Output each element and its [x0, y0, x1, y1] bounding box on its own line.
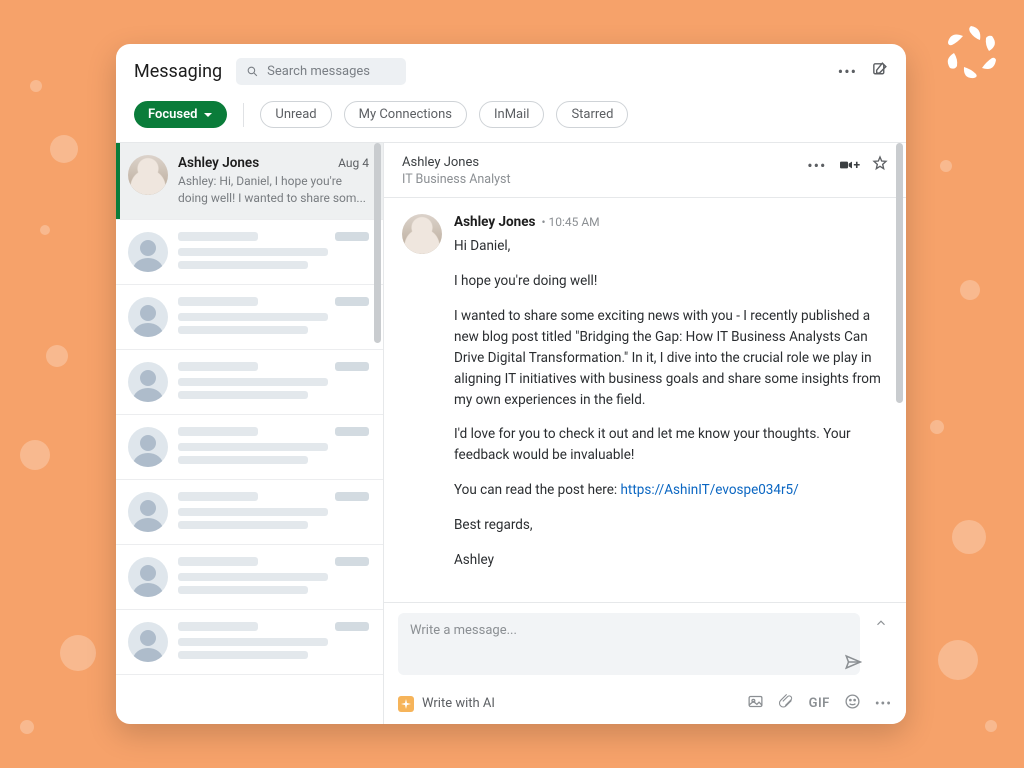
message-time: • 10:45 AM: [541, 215, 599, 229]
search-input[interactable]: Search messages: [236, 58, 406, 85]
brand-logo: [936, 18, 1006, 88]
detail-contact-subtitle: IT Business Analyst: [402, 172, 511, 187]
composer-more-icon[interactable]: •••: [875, 696, 892, 712]
more-icon[interactable]: •••: [838, 62, 857, 81]
avatar-placeholder: [128, 232, 168, 272]
message-body: Hi Daniel, I hope you're doing well! I w…: [454, 236, 884, 571]
messaging-window: Messaging Search messages ••• Focused Un…: [116, 44, 906, 724]
conversation-item[interactable]: [116, 350, 383, 415]
page-title: Messaging: [134, 61, 222, 82]
filter-focused[interactable]: Focused: [134, 101, 227, 128]
gif-button[interactable]: GIF: [809, 696, 830, 711]
conversation-list: Ashley Jones Aug 4 Ashley: Hi, Daniel, I…: [116, 143, 384, 724]
avatar-placeholder: [128, 362, 168, 402]
filter-divider: [243, 103, 244, 127]
message-sender: Ashley Jones: [454, 214, 535, 230]
avatar: [402, 214, 442, 254]
conversation-name: Ashley Jones: [178, 155, 259, 171]
conversation-preview: Ashley: Hi, Daniel, I hope you're doing …: [178, 173, 369, 207]
message-link[interactable]: https://AshinIT/evospe034r5/: [621, 482, 799, 498]
detail-scrollbar[interactable]: [896, 143, 903, 724]
avatar: [128, 155, 168, 195]
video-call-button[interactable]: +: [838, 157, 860, 173]
avatar-placeholder: [128, 427, 168, 467]
composer-placeholder: Write a message...: [410, 623, 517, 638]
message-composer: Write a message...: [384, 602, 906, 724]
compose-button[interactable]: [871, 61, 888, 82]
detail-header: Ashley Jones IT Business Analyst ••• +: [384, 143, 906, 198]
conversation-date: Aug 4: [338, 156, 369, 170]
avatar-placeholder: [128, 492, 168, 532]
list-scrollbar[interactable]: [374, 143, 381, 724]
chevron-down-icon: [203, 110, 213, 120]
attachment-button[interactable]: [778, 693, 795, 714]
conversation-item[interactable]: [116, 545, 383, 610]
conversation-item-selected[interactable]: Ashley Jones Aug 4 Ashley: Hi, Daniel, I…: [116, 143, 383, 220]
message-detail: Ashley Jones IT Business Analyst ••• +: [384, 143, 906, 724]
conversation-item[interactable]: [116, 285, 383, 350]
avatar-placeholder: [128, 622, 168, 662]
send-button[interactable]: [844, 653, 862, 675]
detail-contact-name: Ashley Jones: [402, 155, 511, 170]
image-attach-button[interactable]: [747, 693, 764, 714]
filter-focused-label: Focused: [148, 107, 197, 122]
filter-inmail[interactable]: InMail: [479, 101, 544, 128]
search-icon: [246, 65, 259, 78]
avatar-placeholder: [128, 297, 168, 337]
search-placeholder: Search messages: [267, 64, 370, 79]
conversation-item[interactable]: [116, 415, 383, 480]
star-icon[interactable]: [872, 155, 888, 175]
filter-starred[interactable]: Starred: [556, 101, 628, 128]
write-with-ai-button[interactable]: Write with AI: [398, 696, 495, 712]
avatar-placeholder: [128, 557, 168, 597]
ai-badge-icon: [398, 696, 414, 712]
emoji-button[interactable]: [844, 693, 861, 714]
filter-unread[interactable]: Unread: [260, 101, 331, 128]
message-item: Ashley Jones • 10:45 AM Hi Daniel, I hop…: [402, 214, 884, 585]
filter-bar: Focused Unread My Connections InMail Sta…: [116, 95, 906, 143]
conversation-item[interactable]: [116, 220, 383, 285]
messaging-header: Messaging Search messages •••: [116, 44, 906, 95]
conversation-item[interactable]: [116, 610, 383, 675]
detail-more-icon[interactable]: •••: [807, 156, 826, 175]
filter-my-connections[interactable]: My Connections: [344, 101, 467, 128]
write-with-ai-label: Write with AI: [422, 696, 495, 711]
conversation-item[interactable]: [116, 480, 383, 545]
composer-collapse-button[interactable]: [870, 613, 892, 636]
